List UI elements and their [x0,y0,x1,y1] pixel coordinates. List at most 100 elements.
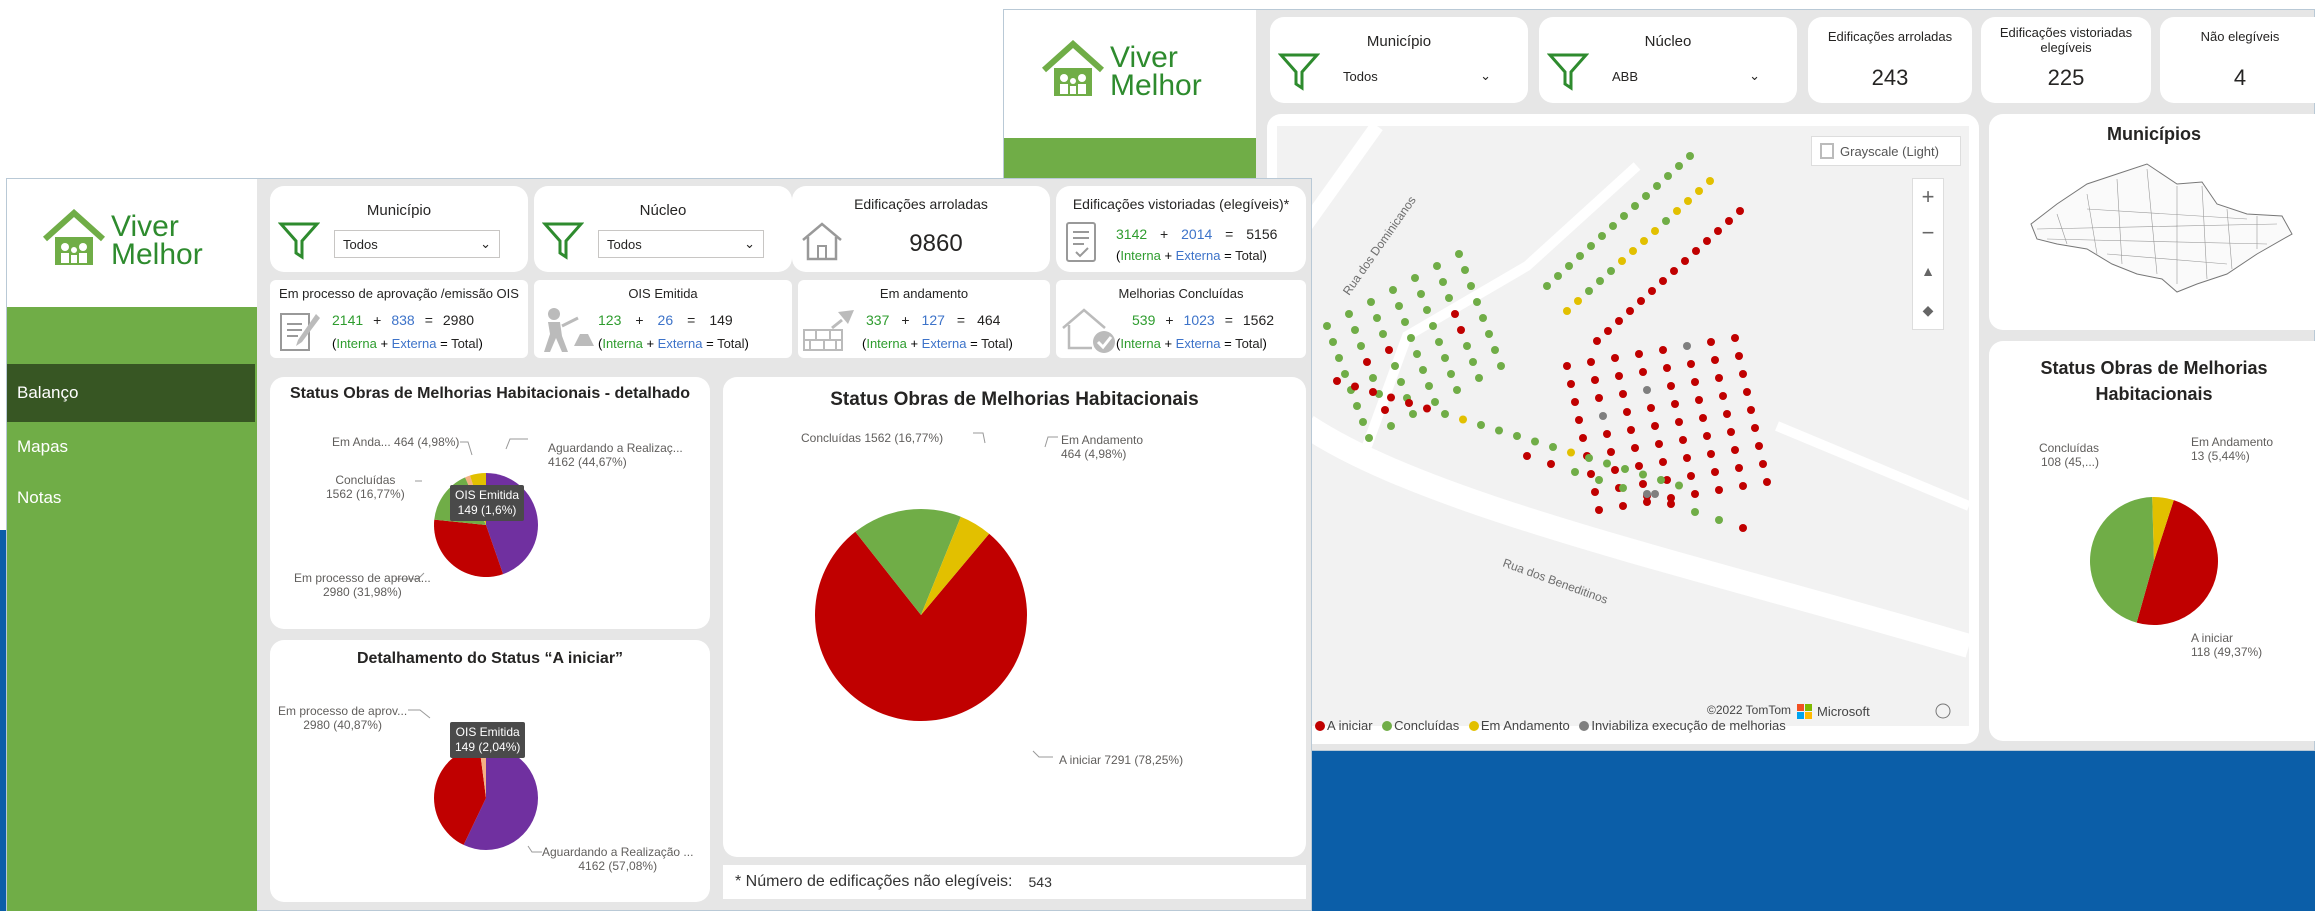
map-point[interactable] [1479,314,1487,322]
map-point[interactable] [1615,372,1623,380]
map-point[interactable] [1639,480,1647,488]
map-point[interactable] [1631,444,1639,452]
map-point[interactable] [1575,416,1583,424]
map-point[interactable] [1707,338,1715,346]
map-point[interactable] [1751,424,1759,432]
map-point[interactable] [1687,360,1695,368]
map-point[interactable] [1457,326,1465,334]
map-point[interactable] [1735,352,1743,360]
map-point[interactable] [1691,508,1699,516]
map-point[interactable] [1667,500,1675,508]
map-point[interactable] [1576,252,1584,260]
map-point[interactable] [1659,346,1667,354]
map-point[interactable] [1491,346,1499,354]
map-point[interactable] [1657,476,1665,484]
map-point[interactable] [1755,442,1763,450]
map-point[interactable] [1715,374,1723,382]
map-point[interactable] [1621,465,1629,473]
map-point[interactable] [1579,434,1587,442]
map-point[interactable] [1413,350,1421,358]
map-point[interactable] [1363,358,1371,366]
map-point[interactable] [1618,257,1626,265]
map-point[interactable] [1667,382,1675,390]
map-point[interactable] [1611,354,1619,362]
map-point[interactable] [1441,410,1449,418]
map-point[interactable] [1554,272,1562,280]
map-point[interactable] [1659,277,1667,285]
map-point[interactable] [1673,207,1681,215]
map-point[interactable] [1598,232,1606,240]
map-point[interactable] [1629,247,1637,255]
map-point[interactable] [1739,524,1747,532]
map-point[interactable] [1567,448,1575,457]
map-point[interactable] [1565,262,1573,270]
map-point[interactable] [1681,257,1689,265]
map-point[interactable] [1675,162,1683,170]
map-point[interactable] [1715,516,1723,524]
map-point[interactable] [1735,464,1743,472]
map-point[interactable] [1373,314,1381,322]
map-point[interactable] [1433,262,1441,270]
map-point[interactable] [1670,267,1678,275]
map-point[interactable] [1431,398,1439,406]
map-point[interactable] [1711,356,1719,364]
map-point[interactable] [1495,426,1503,435]
map-point[interactable] [1731,334,1739,342]
map-point[interactable] [1365,434,1373,442]
map-point[interactable] [1477,421,1485,429]
map-point[interactable] [1595,394,1603,402]
map-point[interactable] [1395,302,1403,310]
map-point[interactable] [1620,212,1628,220]
map-point[interactable] [1651,490,1659,498]
map-point[interactable] [1691,378,1699,386]
map-point[interactable] [1329,338,1337,346]
map-point[interactable] [1651,227,1659,235]
map-point[interactable] [1679,436,1687,444]
map-point[interactable] [1692,247,1700,255]
map-point[interactable] [1423,306,1431,314]
map-point[interactable] [1389,286,1397,294]
map-point[interactable] [1467,282,1475,290]
map-point[interactable] [1662,217,1670,225]
map-point[interactable] [1387,422,1395,430]
map-point[interactable] [1725,217,1733,225]
map-point[interactable] [1739,482,1747,490]
map-point[interactable] [1615,317,1623,325]
map-point[interactable] [1637,297,1645,305]
map-point[interactable] [1643,386,1651,394]
map-point[interactable] [1435,338,1443,346]
map-point[interactable] [1585,287,1593,295]
map-point[interactable] [1747,406,1755,414]
map-point[interactable] [1385,346,1393,354]
map-point[interactable] [1731,446,1739,454]
map-point[interactable] [1715,486,1723,494]
map-point[interactable] [1639,368,1647,376]
map-point[interactable] [1369,388,1377,396]
map-point[interactable] [1635,350,1643,358]
map-point[interactable] [1703,432,1711,440]
map-point[interactable] [1647,404,1655,412]
map-point[interactable] [1687,472,1695,480]
map-point[interactable] [1736,207,1744,215]
map-point[interactable] [1619,390,1627,398]
map-point[interactable] [1619,502,1627,510]
map-point[interactable] [1719,392,1727,400]
map-point[interactable] [1659,458,1667,466]
map-point[interactable] [1497,362,1505,370]
map-point[interactable] [1706,177,1714,185]
map-point[interactable] [1714,227,1722,235]
map-point[interactable] [1643,490,1651,498]
map-style-button[interactable]: Grayscale (Light) [1811,136,1961,166]
map-point[interactable] [1563,307,1571,315]
map-point[interactable] [1684,197,1692,205]
map-point[interactable] [1401,318,1409,326]
map-point[interactable] [1603,459,1611,468]
map-point[interactable] [1405,399,1413,407]
map-point[interactable] [1381,406,1389,414]
map-point[interactable] [1653,182,1661,190]
map-point[interactable] [1429,322,1437,330]
map-point[interactable] [1439,278,1447,286]
map-point[interactable] [1591,376,1599,384]
map-point[interactable] [1453,386,1461,394]
map-point[interactable] [1655,440,1663,448]
